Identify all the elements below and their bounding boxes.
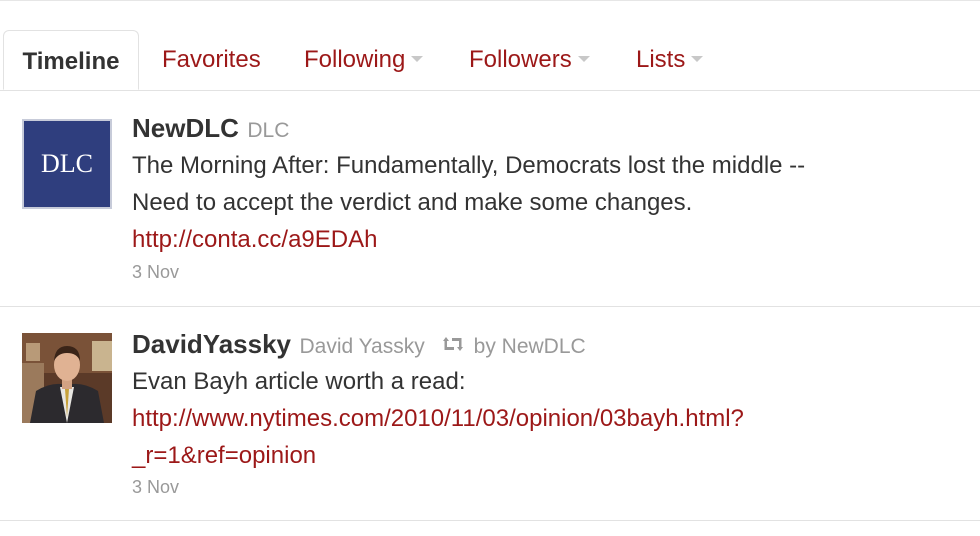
screen-name-link[interactable]: NewDLC (132, 113, 239, 143)
timestamp-link[interactable]: 3 Nov (132, 262, 179, 283)
tweet-item[interactable]: DLC NewDLC DLC The Morning After: Fundam… (0, 91, 980, 307)
tweet-text: Evan Bayh article worth a read: http://w… (132, 363, 952, 474)
tab-followers[interactable]: Followers (469, 30, 590, 90)
tweet-text: The Morning After: Fundamentally, Democr… (132, 147, 952, 258)
tweet-text-line: Evan Bayh article worth a read: (132, 368, 466, 395)
tab-following[interactable]: Following (304, 30, 424, 90)
screen-name-link[interactable]: DavidYassky (132, 329, 291, 359)
retweeted-by[interactable]: by NewDLC (474, 335, 586, 358)
user-photo-icon (22, 333, 112, 423)
tweet-header: DavidYassky David Yassky by NewDLC (132, 329, 586, 360)
tab-lists[interactable]: Lists (636, 30, 704, 90)
tweet-link-continued[interactable]: _r=1&ref=opinion (132, 442, 316, 469)
top-divider (0, 0, 980, 1)
tweet-header: NewDLC DLC (132, 113, 289, 144)
tab-lists-label: Lists (636, 46, 686, 73)
avatar[interactable]: DLC (22, 119, 112, 209)
tweet-link[interactable]: http://conta.cc/a9EDAh (132, 226, 377, 253)
tab-favorites[interactable]: Favorites (162, 30, 261, 90)
full-name: DLC (247, 119, 290, 142)
chevron-down-icon (577, 55, 590, 62)
chevron-down-icon (691, 55, 704, 62)
tweet-text-line: Need to accept the verdict and make some… (132, 189, 693, 216)
chevron-down-icon (411, 55, 424, 62)
tab-following-label: Following (304, 46, 406, 73)
tab-timeline[interactable]: Timeline (3, 30, 139, 90)
dlc-logo-icon: DLC (41, 149, 93, 178)
tab-timeline-label: Timeline (22, 48, 120, 75)
profile-tabs: Timeline Favorites Following Followers L… (0, 30, 980, 91)
tweet-text-line: The Morning After: Fundamentally, Democr… (132, 152, 806, 179)
tweet-link[interactable]: http://www.nytimes.com/2010/11/03/opinio… (132, 405, 744, 432)
tab-followers-label: Followers (469, 46, 572, 73)
twitter-profile-timeline: Timeline Favorites Following Followers L… (0, 0, 980, 536)
tab-favorites-label: Favorites (162, 46, 261, 73)
avatar[interactable] (22, 333, 112, 423)
timestamp-link[interactable]: 3 Nov (132, 477, 179, 498)
tweet-item[interactable]: DavidYassky David Yassky by NewDLC Evan … (0, 307, 980, 521)
full-name: David Yassky (299, 335, 425, 358)
retweet-icon (441, 336, 465, 357)
